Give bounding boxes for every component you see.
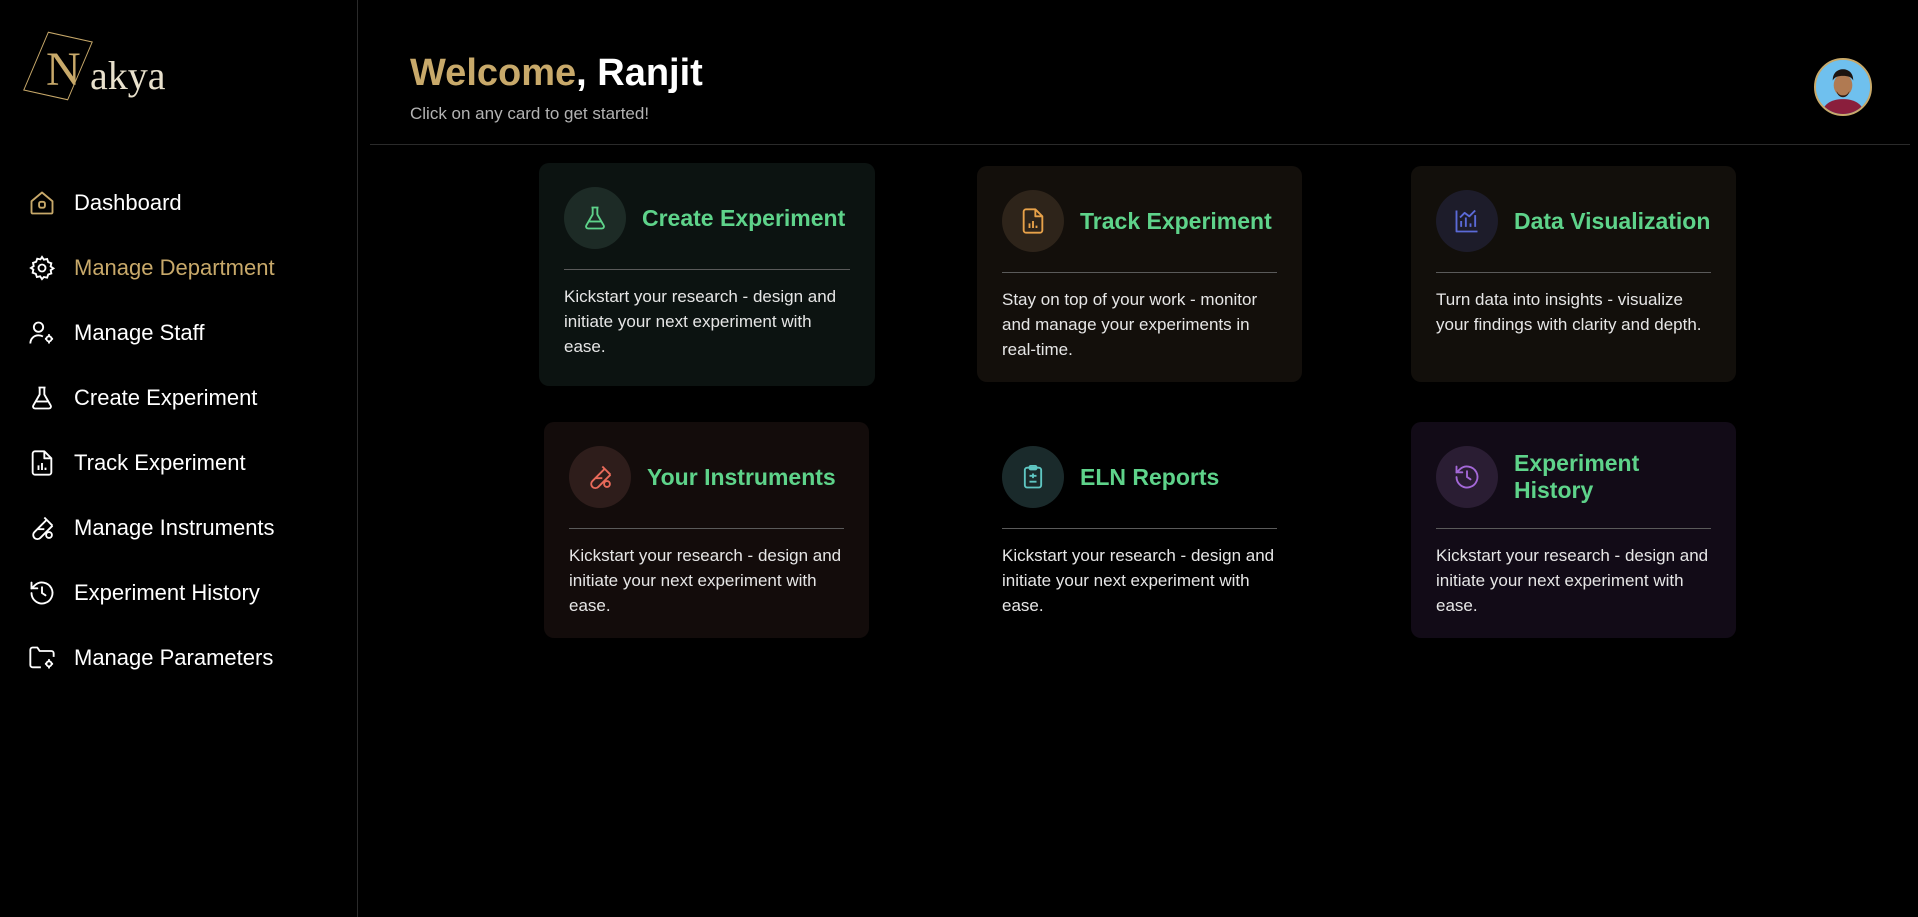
page-title: Welcome, Ranjit: [410, 52, 703, 95]
page-subtitle: Click on any card to get started!: [410, 104, 650, 123]
sidebar-item-manage-parameters[interactable]: Manage Parameters: [28, 625, 338, 690]
sidebar: N akya Dashboard Manage Department Manag…: [0, 0, 358, 917]
sidebar-item-label: Dashboard: [74, 189, 182, 215]
flask-icon: [564, 187, 626, 249]
card-divider: [1002, 272, 1277, 273]
card-title: Your Instruments: [647, 463, 836, 490]
sidebar-item-label: Experiment History: [74, 579, 260, 605]
avatar[interactable]: [1814, 58, 1872, 116]
card-description: Stay on top of your work - monitor and m…: [1002, 290, 1258, 359]
card-divider: [1436, 272, 1711, 273]
user-name: , Ranjit: [576, 52, 703, 94]
sidebar-item-label: Track Experiment: [74, 449, 246, 475]
card-description: Turn data into insights - visualize your…: [1436, 290, 1702, 334]
card-eln-reports[interactable]: ELN Reports Kickstart your research - de…: [977, 422, 1302, 638]
flask-icon: [28, 384, 56, 412]
card-title: Create Experiment: [642, 204, 846, 231]
file-chart-icon: [28, 449, 56, 477]
card-header: Experiment History: [1436, 446, 1711, 508]
sidebar-item-label: Manage Parameters: [74, 644, 274, 670]
sidebar-item-dashboard[interactable]: Dashboard: [28, 170, 338, 235]
sidebar-item-create-experiment[interactable]: Create Experiment: [28, 365, 338, 430]
user-gear-icon: [28, 319, 56, 347]
card-header: ELN Reports: [1002, 446, 1277, 508]
sidebar-item-label: Manage Department: [74, 254, 275, 280]
card-description: Kickstart your research - design and ini…: [564, 287, 837, 356]
gear-icon: [28, 254, 56, 282]
sidebar-item-label: Create Experiment: [74, 384, 258, 410]
sidebar-item-label: Manage Staff: [74, 319, 205, 345]
card-experiment-history[interactable]: Experiment History Kickstart your resear…: [1411, 422, 1736, 638]
sidebar-item-label: Manage Instruments: [74, 514, 275, 540]
card-description: Kickstart your research - design and ini…: [1436, 546, 1709, 615]
test-tube-icon: [569, 446, 631, 508]
sidebar-item-manage-department[interactable]: Manage Department: [28, 235, 338, 300]
app-root: N akya Dashboard Manage Department Manag…: [0, 0, 1918, 917]
nakya-logo[interactable]: N akya: [23, 28, 188, 108]
welcome-text: Welcome: [410, 52, 577, 94]
chart-icon: [1436, 190, 1498, 252]
sidebar-item-track-experiment[interactable]: Track Experiment: [28, 430, 338, 495]
avatar-portrait: [1816, 60, 1870, 114]
card-track-experiment[interactable]: Track Experiment Stay on top of your wor…: [977, 166, 1302, 382]
folder-gear-icon: [28, 644, 56, 672]
home-icon: [28, 189, 56, 217]
card-header: Create Experiment: [564, 187, 850, 249]
sidebar-item-manage-staff[interactable]: Manage Staff: [28, 300, 338, 365]
card-description: Kickstart your research - design and ini…: [1002, 546, 1275, 615]
card-title: Track Experiment: [1080, 207, 1272, 234]
sidebar-nav: Dashboard Manage Department Manage Staff…: [28, 170, 338, 690]
logo-wordmark: akya: [90, 53, 166, 98]
clipboard-icon: [1002, 446, 1064, 508]
card-title: ELN Reports: [1080, 463, 1220, 490]
card-title: Data Visualization: [1514, 207, 1711, 234]
card-header: Your Instruments: [569, 446, 844, 508]
card-header: Track Experiment: [1002, 190, 1277, 252]
card-your-instruments[interactable]: Your Instruments Kickstart your research…: [544, 422, 869, 638]
history-icon: [28, 579, 56, 607]
card-description: Kickstart your research - design and ini…: [569, 546, 842, 615]
card-title: Experiment History: [1514, 450, 1640, 503]
card-divider: [564, 269, 850, 270]
card-header: Data Visualization: [1436, 190, 1711, 252]
sidebar-item-experiment-history[interactable]: Experiment History: [28, 560, 338, 625]
card-data-visualization[interactable]: Data Visualization Turn data into insigh…: [1411, 166, 1736, 382]
file-chart-icon: [1002, 190, 1064, 252]
test-tube-icon: [28, 514, 56, 542]
history-icon: [1436, 446, 1498, 508]
card-divider: [569, 528, 844, 529]
logo-initial: N: [46, 43, 81, 96]
card-divider: [1002, 528, 1277, 529]
sidebar-item-manage-instruments[interactable]: Manage Instruments: [28, 495, 338, 560]
card-create-experiment[interactable]: Create Experiment Kickstart your researc…: [539, 163, 875, 386]
card-divider: [1436, 528, 1711, 529]
page-header: Welcome, Ranjit Click on any card to get…: [370, 0, 1910, 145]
